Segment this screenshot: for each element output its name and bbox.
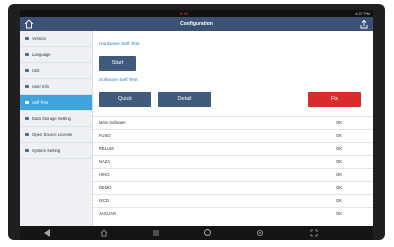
sidebar-item-system-setting[interactable]: System Setting: [20, 143, 92, 159]
language-icon: [25, 53, 29, 56]
sidebar-item-label: User Info: [32, 84, 49, 89]
license-icon: [25, 133, 29, 136]
version-icon: [25, 37, 29, 40]
settings-icon: [25, 149, 29, 152]
table-row: IXCD OK: [93, 194, 373, 207]
user-icon: [25, 85, 29, 88]
sidebar-item-self-test[interactable]: Self Test: [20, 95, 92, 111]
table-row: RELUM OK: [93, 142, 373, 155]
sidebar-item-unit[interactable]: Unit: [20, 63, 92, 79]
start-button[interactable]: Start: [99, 56, 136, 71]
screen: Version Language Unit User Info Self Tes…: [20, 31, 373, 226]
module-status: OK: [336, 211, 343, 216]
status-center-text: 5:18: [180, 11, 188, 16]
fullscreen-icon[interactable]: [310, 229, 318, 237]
share-icon[interactable]: [359, 19, 369, 29]
table-row: DEMO OK: [93, 181, 373, 194]
sidebar-item-open-source[interactable]: Open Source License: [20, 127, 92, 143]
module-status: OK: [336, 159, 343, 164]
self-test-icon: [25, 101, 29, 104]
module-name: NAZA: [99, 159, 111, 164]
table-row: NAZA OK: [93, 155, 373, 168]
status-bar: 5:18 4:37 PM: [20, 10, 373, 17]
title-bar: Configuration: [20, 17, 373, 31]
tablet-device: 5:18 4:37 PM Configuration Version Langu…: [8, 4, 385, 240]
sidebar-item-version[interactable]: Version: [20, 31, 92, 47]
module-status: OK: [336, 120, 343, 125]
table-row: HINO OK: [93, 168, 373, 181]
settings-nav-icon[interactable]: [256, 229, 264, 237]
sidebar-item-label: Unit: [32, 68, 40, 73]
android-nav-bar: [20, 226, 373, 240]
page-title: Configuration: [180, 21, 213, 27]
module-status: OK: [336, 185, 343, 190]
module-status: OK: [336, 146, 343, 151]
table-row: FUSO OK: [93, 129, 373, 142]
sidebar-item-label: Data Storage Setting: [32, 116, 71, 121]
module-name: IXCD: [99, 198, 110, 203]
menu-icon[interactable]: [152, 229, 160, 237]
status-time: 4:37 PM: [355, 11, 370, 16]
sidebar-item-label: Language: [32, 52, 51, 57]
hardware-self-test-label: Hardware Self Test: [99, 42, 140, 47]
sidebar-item-user-info[interactable]: User Info: [20, 79, 92, 95]
software-self-test-label: Software Self Test: [99, 78, 138, 83]
detail-button[interactable]: Detail: [158, 92, 211, 107]
back-icon[interactable]: [44, 229, 52, 237]
storage-icon: [25, 117, 29, 120]
sidebar-item-data-storage[interactable]: Data Storage Setting: [20, 111, 92, 127]
module-status: OK: [336, 198, 343, 203]
quick-button[interactable]: Quick: [99, 92, 151, 107]
self-test-table: Main Software OK FUSO OK RELUM OK NAZA O…: [93, 116, 373, 220]
unit-icon: [25, 69, 29, 72]
main-panel: Hardware Self Test Start Software Self T…: [93, 31, 373, 226]
module-status: OK: [336, 172, 343, 177]
module-name: FUSO: [99, 133, 111, 138]
browser-icon[interactable]: [204, 229, 212, 237]
home-nav-icon[interactable]: [100, 229, 108, 237]
module-name: RELUM: [99, 146, 114, 151]
module-name: JAGUAR: [99, 211, 116, 216]
fix-button[interactable]: Fix: [308, 92, 361, 107]
sidebar-item-label: Open Source License: [32, 132, 73, 137]
sidebar-item-label: System Setting: [32, 148, 61, 153]
module-name: HINO: [99, 172, 110, 177]
module-name: Main Software: [99, 120, 126, 125]
table-row: JAGUAR OK: [93, 207, 373, 220]
sidebar-item-label: Version: [32, 36, 46, 41]
sidebar-item-label: Self Test: [32, 100, 48, 105]
sidebar-item-language[interactable]: Language: [20, 47, 92, 63]
module-name: DEMO: [99, 185, 112, 190]
module-status: OK: [336, 133, 343, 138]
sidebar: Version Language Unit User Info Self Tes…: [20, 31, 93, 226]
table-row: Main Software OK: [93, 116, 373, 129]
